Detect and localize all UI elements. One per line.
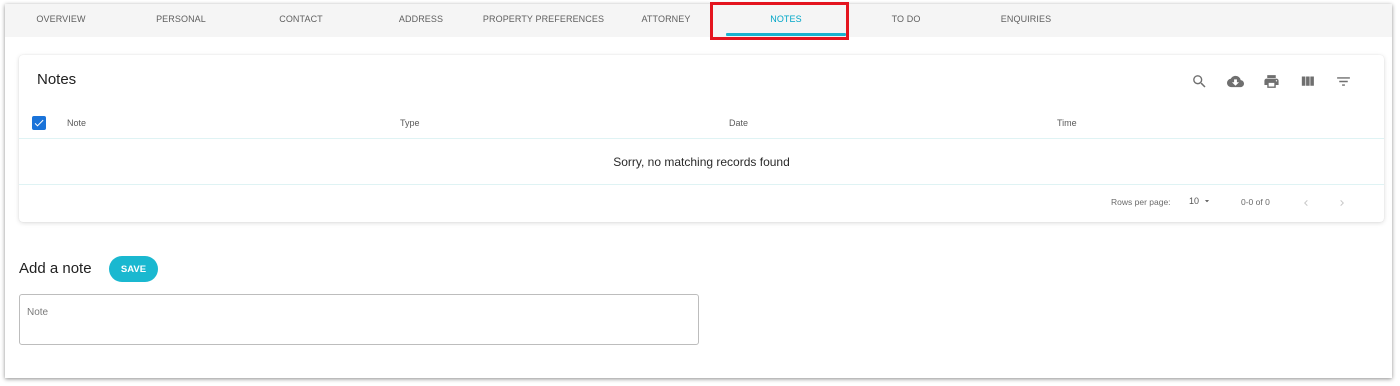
app-frame: OVERVIEW PERSONAL CONTACT ADDRESS PROPER… [5, 4, 1392, 378]
print-icon[interactable] [1260, 70, 1282, 92]
chevron-down-icon [1204, 200, 1210, 203]
rows-per-page-value: 10 [1189, 196, 1200, 206]
rows-per-page-select[interactable]: 10 [1189, 196, 1212, 206]
rows-per-page-label: Rows per page: [1111, 197, 1171, 207]
tab-overview[interactable]: OVERVIEW [16, 4, 106, 37]
notes-table-title: Notes [37, 71, 77, 88]
column-header-date[interactable]: Date [729, 118, 748, 128]
column-header-note[interactable]: Note [67, 118, 86, 128]
tab-to-do[interactable]: TO DO [861, 4, 951, 37]
check-icon [34, 119, 44, 127]
save-button[interactable]: SAVE [109, 256, 158, 282]
download-icon[interactable] [1224, 70, 1246, 92]
tab-attorney[interactable]: ATTORNEY [621, 4, 711, 37]
tab-enquiries[interactable]: ENQUIRIES [981, 4, 1071, 37]
chevron-right-icon [1340, 200, 1344, 206]
chevron-left-icon [1304, 200, 1308, 206]
search-icon[interactable] [1188, 70, 1210, 92]
empty-table-message: Sorry, no matching records found [19, 139, 1384, 185]
table-header-row: Note Type Date Time [19, 107, 1384, 139]
next-page-button[interactable] [1334, 195, 1350, 211]
tab-contact[interactable]: CONTACT [256, 4, 346, 37]
tab-address[interactable]: ADDRESS [376, 4, 466, 37]
view-columns-icon[interactable] [1296, 70, 1318, 92]
column-header-time[interactable]: Time [1057, 118, 1077, 128]
pagination-range: 0-0 of 0 [1241, 197, 1270, 207]
add-note-title: Add a note [19, 260, 92, 277]
previous-page-button[interactable] [1298, 195, 1314, 211]
filter-icon[interactable] [1332, 70, 1354, 92]
tab-personal[interactable]: PERSONAL [136, 4, 226, 37]
note-field[interactable] [19, 294, 699, 345]
notes-tab-highlight [710, 2, 849, 40]
tab-property-preferences[interactable]: PROPERTY PREFERENCES [476, 4, 611, 37]
tab-bar: OVERVIEW PERSONAL CONTACT ADDRESS PROPER… [5, 4, 1392, 37]
column-header-type[interactable]: Type [400, 118, 420, 128]
notes-table-card: Notes Note Type Date Time Sorry, no matc… [19, 55, 1384, 222]
select-all-checkbox[interactable] [32, 116, 46, 130]
